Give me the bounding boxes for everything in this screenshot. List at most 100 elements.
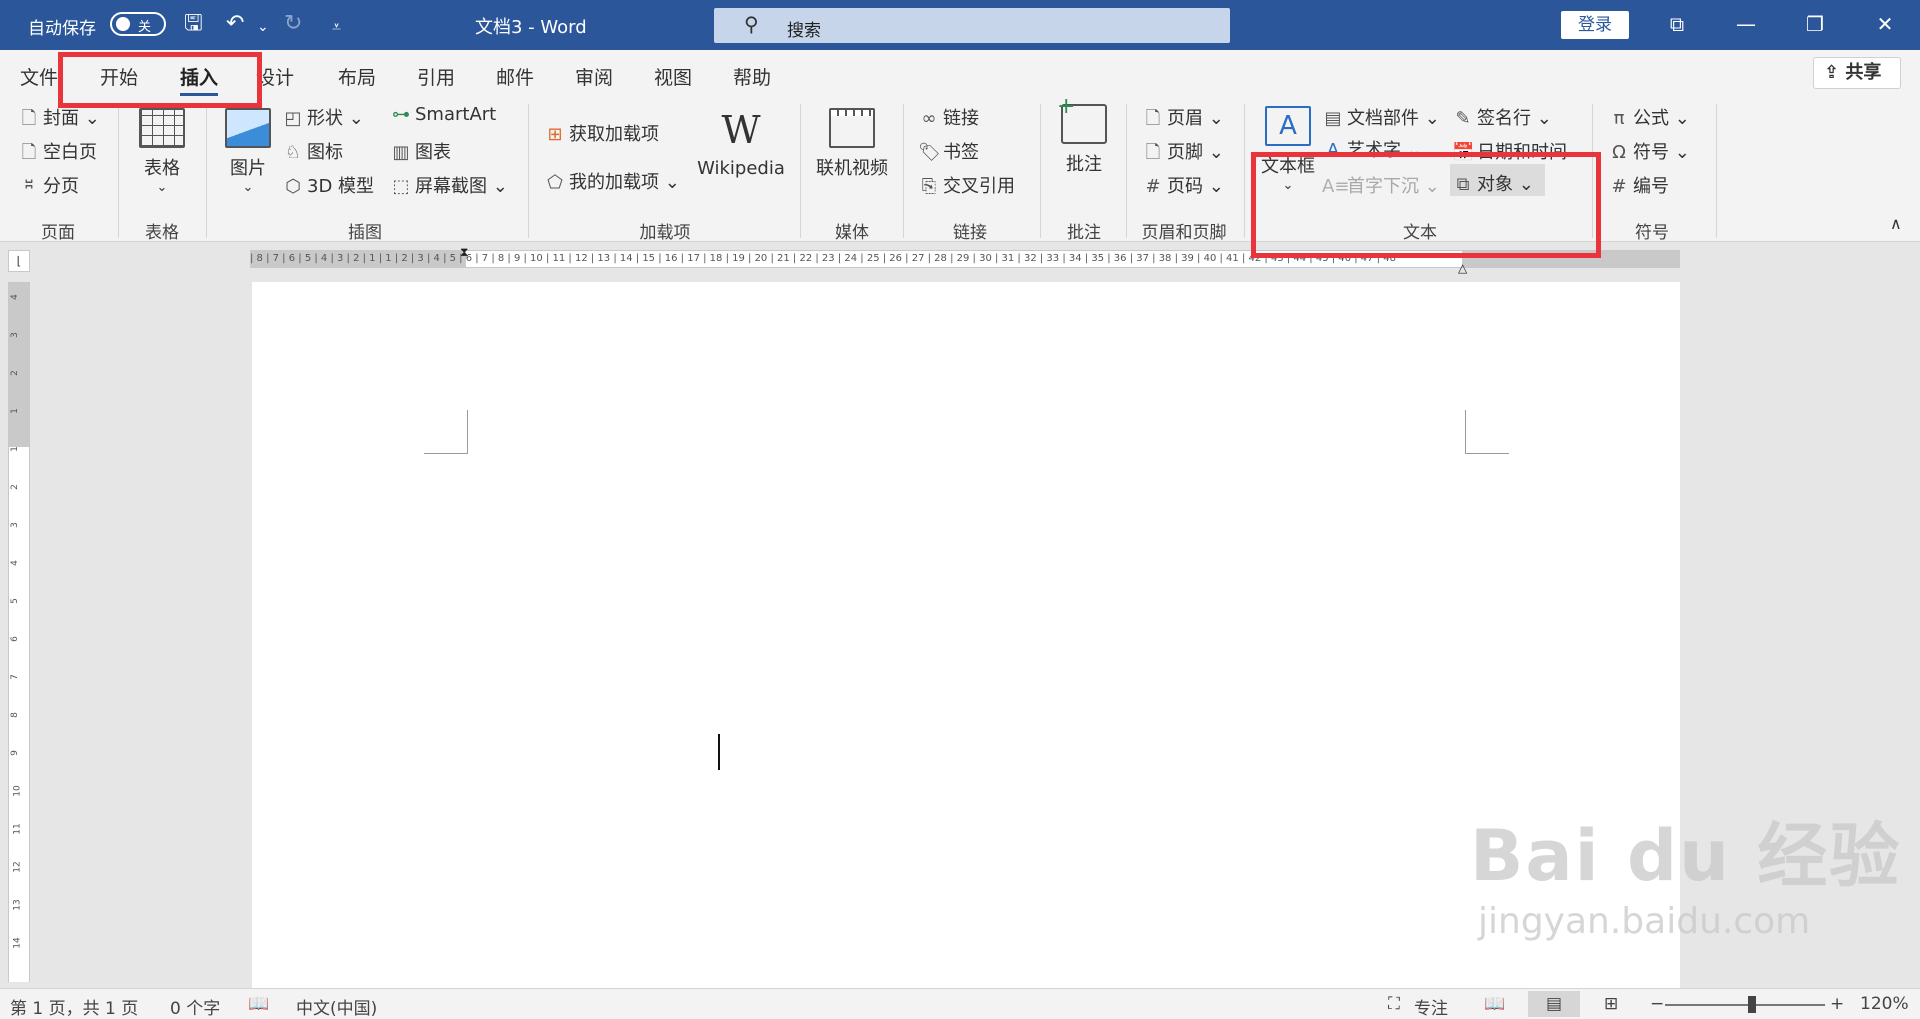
comment-label: 批注 — [1066, 154, 1102, 175]
login-button[interactable]: 登录 — [1561, 11, 1629, 39]
number-button[interactable]: # 编号 — [1608, 172, 1669, 198]
chart-icon: ▥ — [392, 142, 410, 163]
undo-icon[interactable]: ↶ — [226, 10, 244, 38]
comment-button[interactable]: + 批注 — [1054, 94, 1114, 176]
zoom-level[interactable]: 120% — [1860, 994, 1909, 1014]
customize-qat-icon[interactable]: ⩡ — [332, 13, 341, 41]
quick-parts-button[interactable]: ▤ 文档部件 ⌄ — [1322, 104, 1439, 130]
get-addins-button[interactable]: ⊞ 获取加载项 — [544, 120, 659, 146]
zoom-out-icon[interactable]: − — [1650, 994, 1664, 1014]
table-button[interactable]: 表格 ⌄ — [132, 108, 192, 195]
tab-selector[interactable]: ⌊ — [8, 250, 30, 272]
redo-icon[interactable]: ↻ — [284, 10, 302, 38]
zoom-in-icon[interactable]: + — [1830, 994, 1844, 1014]
number-icon: # — [1611, 176, 1627, 197]
cover-page-button[interactable]: 🗋 封面 ⌄ — [18, 104, 100, 136]
online-video-icon — [829, 108, 875, 148]
online-video-button[interactable]: 联机视频 — [812, 108, 892, 180]
group-separator — [206, 104, 207, 238]
focus-label[interactable]: 专注 — [1414, 994, 1448, 1019]
tab-view[interactable]: 视图 — [654, 63, 692, 90]
icons-button[interactable]: ♘ 图标 — [282, 138, 343, 164]
group-label-header-footer: 页眉和页脚 — [1141, 223, 1227, 243]
3d-models-button[interactable]: ⬡ 3D 模型 — [282, 172, 374, 198]
group-separator — [1716, 104, 1717, 238]
quick-parts-label: 文档部件 — [1347, 108, 1419, 129]
tab-references[interactable]: 引用 — [417, 63, 455, 90]
indent-marker-icon[interactable]: ⧗ — [460, 245, 468, 260]
ruler-tick: 9 — [9, 750, 20, 756]
my-addins-button[interactable]: ⬠ 我的加载项 ⌄ — [544, 168, 680, 194]
textbox-icon: A — [1265, 106, 1311, 146]
page-count[interactable]: 第 1 页，共 1 页 — [10, 994, 138, 1019]
right-indent-marker-icon[interactable]: △ — [1458, 261, 1467, 275]
save-icon[interactable]: 🖫 — [184, 10, 203, 38]
print-layout-icon[interactable]: ▤ — [1528, 991, 1580, 1017]
page-break-button[interactable]: ⎶ 分页 — [18, 172, 79, 198]
restore-icon[interactable]: ❐ — [1800, 12, 1830, 36]
ruler-tick: 12 — [12, 861, 23, 873]
document-page[interactable] — [252, 282, 1680, 988]
tab-help[interactable]: 帮助 — [733, 63, 771, 90]
web-layout-icon[interactable]: ⊞ — [1604, 994, 1618, 1014]
close-icon[interactable]: ✕ — [1870, 12, 1900, 36]
tab-mailings[interactable]: 邮件 — [496, 63, 534, 90]
screenshot-label: 屏幕截图 — [415, 176, 487, 197]
status-bar: 第 1 页，共 1 页 0 个字 📖 中文(中国) ⛶ 专注 📖 ▤ ⊞ − +… — [0, 988, 1920, 1019]
word-count[interactable]: 0 个字 — [170, 994, 220, 1019]
blank-page-button[interactable]: 🗋 空白页 — [18, 138, 97, 170]
ruler-tick: 3 — [9, 522, 20, 528]
wikipedia-button[interactable]: W Wikipedia — [696, 108, 786, 179]
page-number-button[interactable]: # 页码 ⌄ — [1142, 172, 1223, 198]
vertical-ruler[interactable]: 4 3 2 1 1 2 3 4 5 6 7 8 9 10 11 12 13 14 — [8, 282, 30, 982]
ruler-top-margin — [9, 282, 29, 447]
search-box[interactable]: ⚲ 搜索 — [714, 8, 1230, 43]
equation-button[interactable]: π 公式 ⌄ — [1608, 104, 1690, 130]
tab-file[interactable]: 文件 — [20, 63, 58, 90]
signature-line-button[interactable]: ✎ 签名行 ⌄ — [1452, 104, 1551, 130]
my-addins-label: 我的加载项 — [569, 172, 659, 193]
ruler-tick: 8 — [9, 712, 20, 718]
header-button[interactable]: 🗋 页眉 ⌄ — [1142, 104, 1224, 136]
ribbon-display-options-icon[interactable]: ⧉ — [1662, 12, 1692, 36]
ruler-tick: 13 — [12, 899, 23, 911]
minimize-icon[interactable]: — — [1731, 12, 1761, 36]
shapes-button[interactable]: ◰ 形状 ⌄ — [282, 104, 363, 130]
zoom-slider[interactable] — [1665, 1004, 1825, 1006]
cover-page-icon: 🗋 — [21, 108, 37, 129]
undo-dropdown-icon[interactable]: ⌄ — [257, 13, 269, 41]
bookmark-icon: 🏷 — [918, 142, 941, 163]
group-separator — [528, 104, 529, 238]
header-icon: 🗋 — [1145, 108, 1161, 129]
footer-label: 页脚 — [1167, 142, 1203, 163]
smartart-label: SmartArt — [415, 104, 497, 125]
share-button[interactable]: ⇪ 共享 — [1813, 57, 1901, 89]
group-label-symbols: 符号 — [1635, 223, 1669, 243]
smartart-button[interactable]: ⊶ SmartArt — [390, 104, 496, 125]
chart-button[interactable]: ▥ 图表 — [390, 138, 451, 164]
picture-button[interactable]: 图片 ⌄ — [220, 108, 276, 195]
picture-label: 图片 — [230, 158, 266, 179]
cross-reference-button[interactable]: ⎘ 交叉引用 — [918, 172, 1015, 198]
language-indicator[interactable]: 中文(中国) — [296, 994, 377, 1019]
tab-layout[interactable]: 布局 — [338, 63, 376, 90]
group-label-addins: 加载项 — [639, 223, 691, 243]
smartart-icon: ⊶ — [392, 104, 410, 125]
get-addins-label: 获取加载项 — [569, 124, 659, 145]
watermark-title: Bai du 经验 — [1470, 815, 1902, 897]
link-button[interactable]: ∞ 链接 — [918, 104, 980, 130]
bookmark-button[interactable]: 🏷 书签 — [918, 138, 979, 164]
tab-review[interactable]: 审阅 — [575, 63, 613, 90]
zoom-slider-thumb[interactable] — [1748, 996, 1756, 1013]
collapse-ribbon-icon[interactable]: ∧ — [1890, 214, 1902, 233]
footer-button[interactable]: 🗋 页脚 ⌄ — [1142, 138, 1224, 170]
screenshot-button[interactable]: ⬚ 屏幕截图 ⌄ — [390, 172, 507, 198]
table-label: 表格 — [144, 158, 180, 179]
focus-icon[interactable]: ⛶ — [1388, 994, 1400, 1014]
read-mode-icon[interactable]: 📖 — [1484, 994, 1505, 1014]
autosave-toggle[interactable]: 关 — [110, 12, 166, 36]
proofing-icon[interactable]: 📖 — [248, 994, 269, 1014]
symbol-button[interactable]: Ω 符号 ⌄ — [1608, 138, 1690, 164]
group-separator — [1244, 104, 1245, 238]
screenshot-icon: ⬚ — [392, 176, 410, 197]
